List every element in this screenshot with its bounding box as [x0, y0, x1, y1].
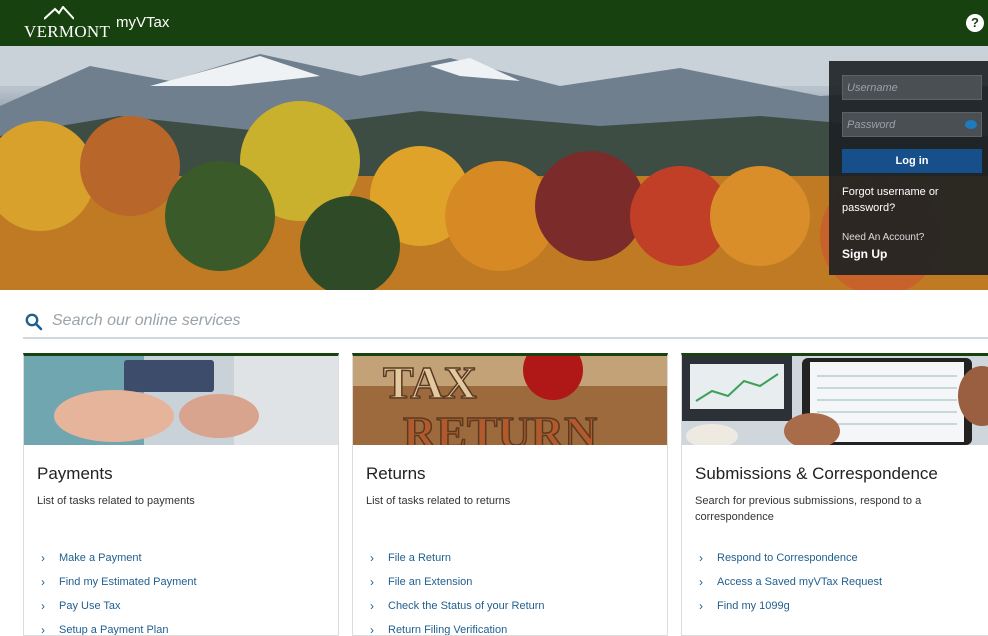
vermont-logo[interactable]: VERMONT — [18, 4, 110, 42]
chevron-right-icon: › — [370, 575, 374, 589]
password-placeholder: Password — [847, 119, 896, 131]
link-find-1099g[interactable]: › Find my 1099g — [699, 594, 882, 618]
link-pay-use-tax[interactable]: › Pay Use Tax — [41, 594, 197, 618]
need-account-text: Need An Account? — [842, 232, 925, 243]
chevron-right-icon: › — [370, 623, 374, 636]
card-description: List of tasks related to returns — [366, 495, 511, 507]
chevron-right-icon: › — [699, 551, 703, 565]
submissions-card: Submissions & Correspondence Search for … — [681, 353, 988, 636]
chevron-right-icon: › — [41, 623, 45, 636]
link-label[interactable]: Access a Saved myVTax Request — [717, 576, 882, 588]
search-bar[interactable]: Search our online services — [23, 309, 988, 339]
mountain-logo-icon — [44, 6, 74, 20]
login-button[interactable]: Log in — [842, 149, 982, 173]
link-return-filing-verification[interactable]: › Return Filing Verification — [370, 618, 545, 636]
payments-card: Payments List of tasks related to paymen… — [23, 353, 339, 636]
card-link-list: › Respond to Correspondence › Access a Sav… — [699, 546, 882, 618]
chevron-right-icon: › — [41, 551, 45, 565]
card-title: Submissions & Correspondence — [695, 464, 938, 483]
link-label[interactable]: File an Extension — [388, 576, 472, 588]
link-label[interactable]: Respond to Correspondence — [717, 552, 858, 564]
forgot-username-link[interactable]: Forgot username or password? — [842, 184, 982, 216]
link-label[interactable]: File a Return — [388, 552, 451, 564]
link-file-extension[interactable]: › File an Extension — [370, 570, 545, 594]
link-file-return[interactable]: › File a Return — [370, 546, 545, 570]
credit-card-photo — [24, 356, 338, 445]
card-description: Search for previous submissions, respond… — [695, 495, 922, 523]
chevron-right-icon: › — [41, 599, 45, 613]
card-link-list: › File a Return › File an Extension › Check… — [370, 546, 545, 636]
sign-up-link[interactable]: Sign Up — [842, 247, 887, 261]
card-title: Payments — [37, 464, 113, 483]
login-panel: Username Password Log in Forgot username… — [829, 61, 988, 275]
tablet-tax-form-photo — [682, 356, 988, 445]
link-check-status[interactable]: › Check the Status of your Return — [370, 594, 545, 618]
return-word: RETURN — [403, 407, 597, 445]
link-make-payment[interactable]: › Make a Payment — [41, 546, 197, 570]
link-access-saved-request[interactable]: › Access a Saved myVTax Request — [699, 570, 882, 594]
chevron-right-icon: › — [699, 599, 703, 613]
payments-card-image — [24, 356, 338, 445]
show-password-eye-icon[interactable] — [965, 120, 977, 129]
username-field[interactable]: Username — [842, 75, 982, 100]
tax-return-photo: TAX RETURN — [353, 356, 667, 445]
chevron-right-icon: › — [41, 575, 45, 589]
link-find-estimated-payment[interactable]: › Find my Estimated Payment — [41, 570, 197, 594]
password-field[interactable]: Password — [842, 112, 982, 137]
card-title: Returns — [366, 464, 426, 483]
search-input[interactable]: Search our online services — [52, 312, 241, 330]
link-label[interactable]: Pay Use Tax — [59, 600, 121, 612]
link-respond-correspondence[interactable]: › Respond to Correspondence — [699, 546, 882, 570]
returns-card-image: TAX RETURN — [353, 356, 667, 445]
chevron-right-icon: › — [699, 575, 703, 589]
logo-wordmark: VERMONT — [24, 22, 111, 41]
link-label[interactable]: Find my Estimated Payment — [59, 576, 197, 588]
chevron-right-icon: › — [370, 599, 374, 613]
help-icon[interactable]: ? — [966, 14, 984, 32]
card-link-list: › Make a Payment › Find my Estimated Payme… — [41, 546, 197, 636]
link-label[interactable]: Setup a Payment Plan — [59, 624, 168, 635]
link-label[interactable]: Return Filing Verification — [388, 624, 507, 635]
search-icon — [25, 313, 43, 331]
returns-card: TAX RETURN Returns List of tasks related… — [352, 353, 668, 636]
link-label[interactable]: Make a Payment — [59, 552, 142, 564]
chevron-right-icon: › — [370, 551, 374, 565]
submissions-card-image — [682, 356, 988, 445]
card-description: List of tasks related to payments — [37, 495, 195, 507]
tax-word: TAX — [383, 357, 477, 408]
app-title: myVTax — [116, 14, 170, 31]
link-setup-payment-plan[interactable]: › Setup a Payment Plan — [41, 618, 197, 636]
link-label[interactable]: Find my 1099g — [717, 600, 790, 612]
link-label[interactable]: Check the Status of your Return — [388, 600, 545, 612]
top-header: VERMONT myVTax ? — [0, 0, 988, 46]
